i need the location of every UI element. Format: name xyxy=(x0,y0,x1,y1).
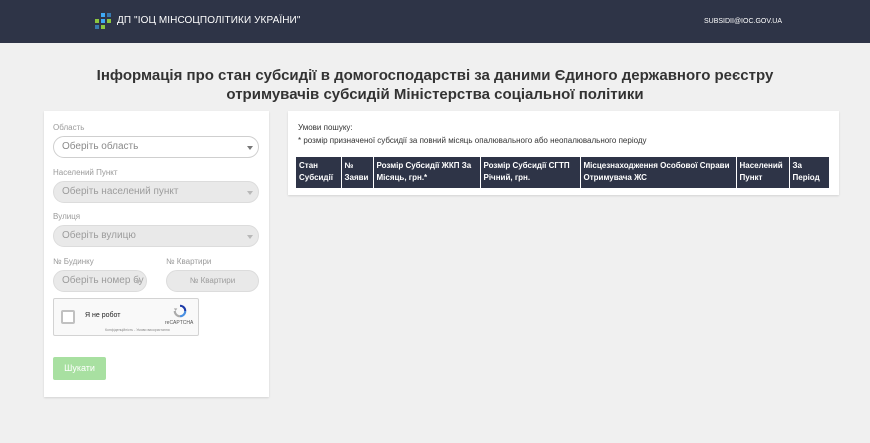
chevron-down-icon xyxy=(247,235,253,239)
locality-select-value: Оберіть населений пункт xyxy=(62,186,179,197)
column-header-case-location: Місцезнаходження Особової Справи Отримув… xyxy=(580,157,737,188)
recaptcha-widget: Я не робот reCAPTCHA Конфіденційність - … xyxy=(53,298,199,336)
page-title-line-1: Інформація про стан субсидії в домогоспо… xyxy=(96,67,774,84)
search-conditions-title: Умови пошуку: xyxy=(298,123,353,132)
page-title-line-2: отримувачів субсидій Міністерства соціал… xyxy=(226,86,644,103)
street-label: Вулиця xyxy=(53,212,81,221)
top-navbar: ДП "ІОЦ МІНСОЦПОЛІТИКИ УКРАЇНИ" SUBSIDII… xyxy=(0,0,870,43)
column-header-application-number: № Заяви xyxy=(341,157,374,188)
region-select-value: Оберіть область xyxy=(62,141,139,152)
column-header-annual-subsidy: Розмір Субсидії СГТП Річний, грн. xyxy=(480,157,581,188)
brand-name[interactable]: ДП "ІОЦ МІНСОЦПОЛІТИКИ УКРАЇНИ" xyxy=(117,15,301,26)
house-number-select[interactable]: Оберіть номер бу xyxy=(53,270,147,292)
column-header-locality: Населений Пункт xyxy=(736,157,790,188)
column-header-monthly-subsidy: Розмір Субсидії ЖКП За Місяць, грн.* xyxy=(373,157,481,188)
recaptcha-terms-link[interactable]: Конфіденційність - Умови використання xyxy=(105,328,170,332)
column-header-period: За Період xyxy=(789,157,829,188)
column-header-status: Стан Субсидії xyxy=(296,157,342,188)
results-table: Стан Субсидії № Заяви Розмір Субсидії ЖК… xyxy=(296,157,829,188)
pixel-grid-logo-icon xyxy=(95,13,111,29)
chevron-down-icon xyxy=(135,280,141,284)
house-number-value: Оберіть номер бу xyxy=(62,275,144,286)
apartment-input[interactable]: № Квартири xyxy=(166,270,259,292)
search-button[interactable]: Шукати xyxy=(53,357,106,380)
apartment-label: № Квартири xyxy=(166,257,212,266)
recaptcha-checkbox[interactable] xyxy=(61,310,75,324)
recaptcha-brand: reCAPTCHA xyxy=(165,320,194,326)
page-title: Інформація про стан субсидії в домогоспо… xyxy=(0,66,870,104)
street-select[interactable]: Оберіть вулицю xyxy=(53,225,259,247)
subsidy-footnote: * розмір призначеної субсидії за повний … xyxy=(298,136,647,145)
recaptcha-logo-icon xyxy=(173,304,187,318)
region-label: Область xyxy=(53,123,85,132)
chevron-down-icon xyxy=(247,191,253,195)
locality-label: Населений Пункт xyxy=(53,168,118,177)
chevron-down-icon xyxy=(247,146,253,150)
street-select-value: Оберіть вулицю xyxy=(62,230,136,241)
table-header-row: Стан Субсидії № Заяви Розмір Субсидії ЖК… xyxy=(296,157,829,188)
region-select[interactable]: Оберіть область xyxy=(53,136,259,158)
house-label: № Будинку xyxy=(53,257,94,266)
locality-select[interactable]: Оберіть населений пункт xyxy=(53,181,259,203)
recaptcha-label: Я не робот xyxy=(85,312,121,319)
contact-email-link[interactable]: SUBSIDII@IOC.GOV.UA xyxy=(704,18,782,25)
results-panel: Умови пошуку: * розмір призначеної субси… xyxy=(288,111,839,195)
